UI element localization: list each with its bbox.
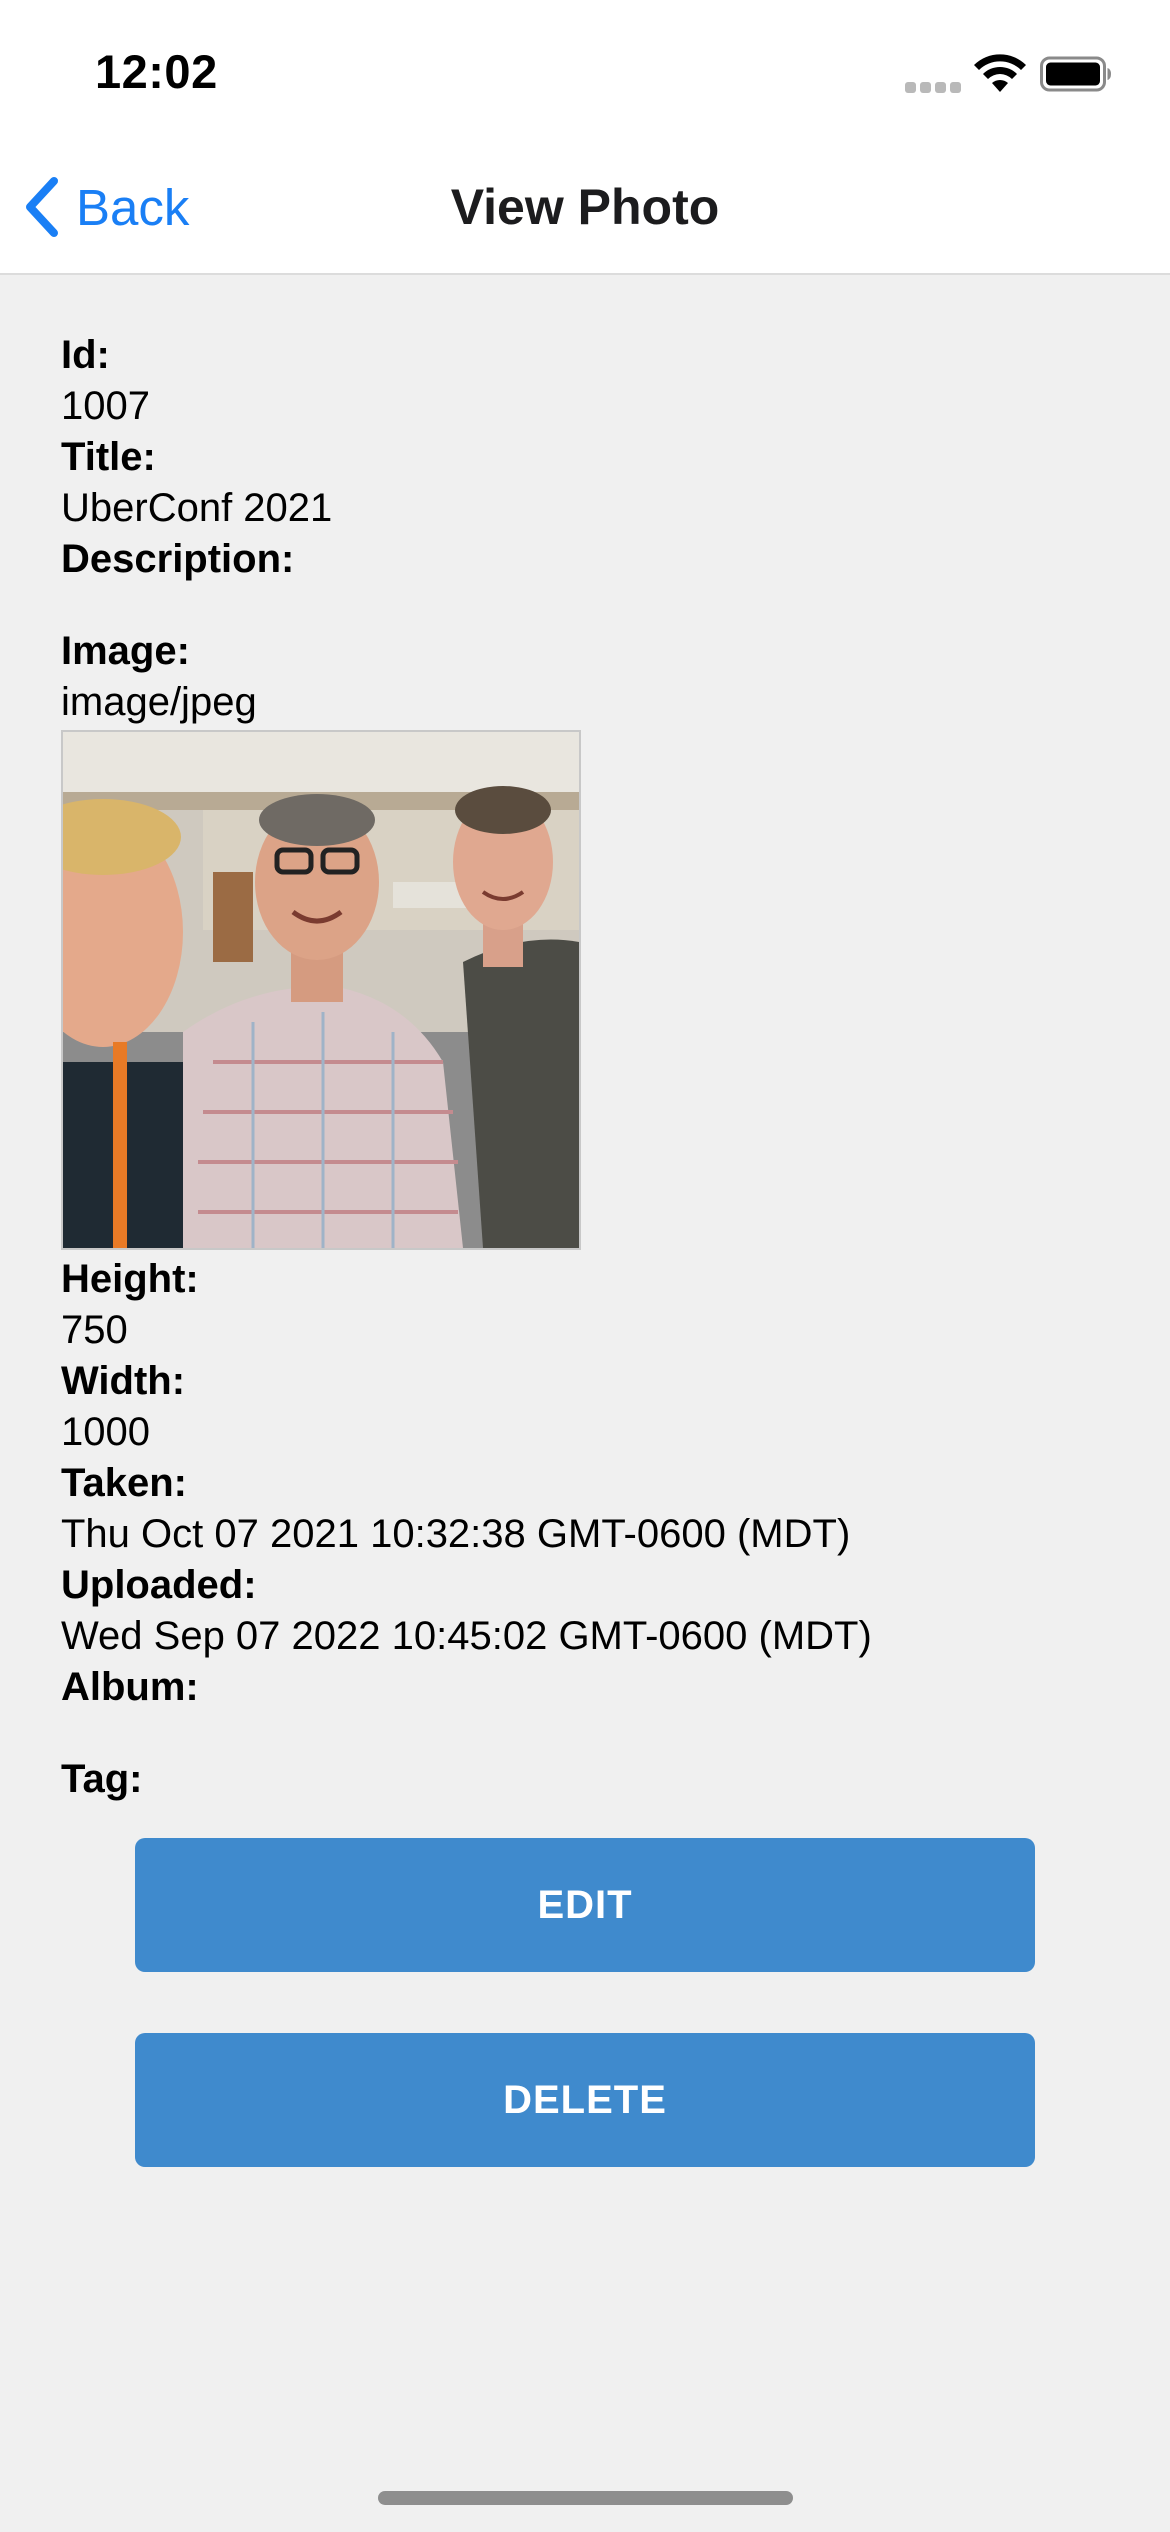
wifi-icon xyxy=(974,54,1026,92)
cellular-signal-icon xyxy=(905,82,961,94)
status-time: 12:02 xyxy=(95,45,218,98)
image-label: Image: xyxy=(61,629,190,673)
battery-icon xyxy=(1040,56,1111,92)
taken-value: Thu Oct 07 2021 10:32:38 GMT-0600 (MDT) xyxy=(61,1512,851,1556)
description-label: Description: xyxy=(61,537,295,581)
uploaded-value: Wed Sep 07 2022 10:45:02 GMT-0600 (MDT) xyxy=(61,1614,872,1658)
header: 12:02 Back View Photo xyxy=(0,0,1170,275)
id-value: 1007 xyxy=(61,384,150,428)
home-indicator[interactable] xyxy=(378,2491,793,2505)
delete-button[interactable]: DELETE xyxy=(135,2033,1035,2167)
album-label: Album: xyxy=(61,1665,199,1709)
uploaded-label: Uploaded: xyxy=(61,1563,257,1607)
description-value xyxy=(61,585,1121,626)
id-label: Id: xyxy=(61,333,110,377)
photo-image xyxy=(61,730,581,1250)
image-type-value: image/jpeg xyxy=(61,680,257,724)
photo-details: Id: 1007 Title: UberConf 2021 Descriptio… xyxy=(61,330,1121,1805)
width-label: Width: xyxy=(61,1359,186,1403)
title-value: UberConf 2021 xyxy=(61,486,333,530)
taken-label: Taken: xyxy=(61,1461,187,1505)
height-value: 750 xyxy=(61,1308,128,1352)
height-label: Height: xyxy=(61,1257,199,1301)
title-label: Title: xyxy=(61,435,156,479)
width-value: 1000 xyxy=(61,1410,150,1454)
tag-label: Tag: xyxy=(61,1757,143,1801)
page-title: View Photo xyxy=(450,179,720,235)
album-value xyxy=(61,1713,1121,1754)
edit-button[interactable]: EDIT xyxy=(135,1838,1035,1972)
